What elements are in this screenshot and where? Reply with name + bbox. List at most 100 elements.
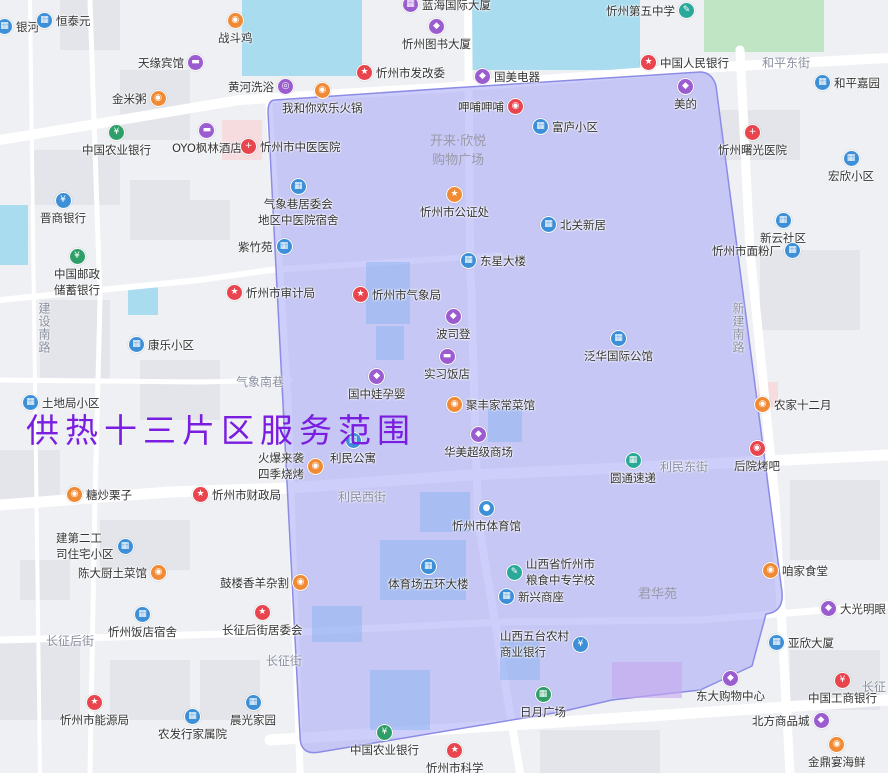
poi-yuandi[interactable]: ▦ 圆通速递 xyxy=(610,452,656,486)
gov-icon: ★ xyxy=(86,694,103,711)
poi-tuhuabinguan[interactable]: ▬ 天缘宾馆 xyxy=(138,54,204,71)
poi-kangle[interactable]: ▦ 康乐小区 xyxy=(128,336,194,353)
poi-liangshi[interactable]: ✎ 山西省忻州市 粮食中专学校 xyxy=(506,556,595,588)
poi-riyue[interactable]: ▦ 日月广场 xyxy=(520,686,566,720)
poi-zhongyiyy[interactable]: + 忻州市中医医院 xyxy=(240,138,341,155)
poi-xinyun[interactable]: ▦ 新云社区 xyxy=(760,212,806,246)
poi-beiguan[interactable]: ▦ 北关新居 xyxy=(540,216,606,233)
poi-zanjia[interactable]: ◉ 咱家食堂 xyxy=(762,562,828,579)
poi-nengyuan[interactable]: ★ 忻州市能源局 xyxy=(60,694,129,728)
gov-icon: ★ xyxy=(352,286,369,303)
poi-label: 美的 xyxy=(674,97,697,111)
poi-zhuzhai2[interactable]: ▦ 建第二工 司住宅小区 xyxy=(56,530,134,562)
poi-ziyuan[interactable]: ▦ 紫竹苑 xyxy=(238,238,293,255)
gov-icon: ★ xyxy=(446,186,463,203)
poi-label: 日月广场 xyxy=(520,705,566,719)
poi-label: 忻州市审计局 xyxy=(246,285,315,300)
water-body xyxy=(128,287,158,315)
poi-shuguang[interactable]: + 忻州曙光医院 xyxy=(718,124,787,158)
gov-icon: ★ xyxy=(253,604,271,621)
poi-gulou[interactable]: ◉ 鼓楼香羊杂割 xyxy=(220,574,309,591)
poi-xinxing[interactable]: ▦ 新兴商座 xyxy=(498,588,564,605)
poi-qixiangxiang[interactable]: ▦ 气象巷居委会 地区中医院宿舍 xyxy=(258,178,339,228)
food-icon: ◉ xyxy=(754,396,771,413)
poi-tangchao[interactable]: ◉ 糖炒栗子 xyxy=(66,486,132,503)
poi-hongxin[interactable]: ▦ 宏欣小区 xyxy=(828,150,874,184)
poi-beifang[interactable]: ◆ 北方商品城 xyxy=(752,712,830,729)
poi-daguangming[interactable]: ◆ 大光明眼 xyxy=(820,600,886,617)
poi-label: 实习饭店 xyxy=(424,367,470,381)
poi-label: OYO枫林酒店 xyxy=(172,141,242,155)
poi-hepingjiayuan[interactable]: ▦ 和平嘉园 xyxy=(814,74,880,91)
water-body xyxy=(242,0,362,76)
poi-lanhai[interactable]: ▦ 蓝海国际大厦 xyxy=(402,0,491,13)
poi-wuzhong[interactable]: ✎ 忻州第五中学 xyxy=(606,2,695,19)
poi-wuhuan[interactable]: ▦ 体育场五环大楼 xyxy=(388,558,469,592)
poi-shenji[interactable]: ★ 忻州市审计局 xyxy=(226,284,315,301)
shop-icon: ◆ xyxy=(812,712,830,729)
poi-fagaiwei[interactable]: ★ 忻州市发改委 xyxy=(356,64,445,81)
poi-label: 忻州图书大厦 xyxy=(402,37,471,51)
poi-shixi[interactable]: ▬ 实习饭店 xyxy=(424,348,470,382)
poi-tushuguan[interactable]: ◆ 忻州图书大厦 xyxy=(402,18,471,52)
poi-huahua[interactable]: ◉ 呷哺呷哺 xyxy=(458,98,524,115)
poi-nongfa[interactable]: ▦ 农发行家属院 xyxy=(158,708,227,742)
poi-tiyuguan[interactable]: ● 忻州市体育馆 xyxy=(452,500,521,534)
poi-label: 农家十二月 xyxy=(774,397,832,412)
poi-label: 北关新居 xyxy=(560,217,606,232)
poi-nongyeyh1[interactable]: ¥ 中国农业银行 xyxy=(82,124,151,158)
poi-jufeng[interactable]: ◉ 聚丰家常菜馆 xyxy=(446,396,535,413)
poi-label: 国美电器 xyxy=(494,69,540,84)
poi-yaxin[interactable]: ▦ 亚欣大厦 xyxy=(768,634,834,651)
poi-dongxing[interactable]: ▦ 东星大楼 xyxy=(460,252,526,269)
poi-caizheng[interactable]: ★ 忻州市财政局 xyxy=(192,486,281,503)
poi-youzheng[interactable]: ¥ 中国邮政 储蓄银行 xyxy=(54,248,100,298)
poi-jinding[interactable]: ◉ 金鼎宴海鲜 xyxy=(808,736,866,770)
poi-gongshang[interactable]: ¥ 中国工商银行 xyxy=(808,672,877,706)
poi-wohehuoguo[interactable]: ◉ 我和你欢乐火锅 xyxy=(282,82,363,116)
poi-fulu[interactable]: ▦ 富庐小区 xyxy=(532,118,598,135)
poi-label: 忻州市面粉厂 xyxy=(712,243,781,258)
poi-hengtaiyuan[interactable]: ▦ 恒泰元 xyxy=(36,12,91,29)
green-area xyxy=(704,0,824,52)
poi-gongzheng[interactable]: ★ 忻州市公证处 xyxy=(420,186,489,220)
poi-yinhe[interactable]: ▦ 银河 xyxy=(0,18,39,35)
poi-renminyh[interactable]: ★ 中国人民银行 xyxy=(640,54,729,71)
poi-label: 康乐小区 xyxy=(148,337,194,352)
poi-qixiangju[interactable]: ★ 忻州市气象局 xyxy=(352,286,441,303)
poi-oyo[interactable]: ▬ OYO枫林酒店 xyxy=(172,122,242,156)
gov-icon: ★ xyxy=(192,486,209,503)
building-icon: ▦ xyxy=(184,708,201,725)
poi-changzhengjwh[interactable]: ★ 长征后街居委会 xyxy=(222,604,303,638)
poi-chenguang[interactable]: ▦ 晨光家园 xyxy=(230,694,276,728)
poi-meide[interactable]: ◆ 美的 xyxy=(674,78,697,112)
building-icon: ▦ xyxy=(814,74,831,91)
shop-icon: ◆ xyxy=(470,426,487,443)
poi-mianfen[interactable]: ▦ 忻州市面粉厂 xyxy=(712,242,801,259)
poi-fandian[interactable]: ▦ 忻州饭店宿舍 xyxy=(108,606,177,640)
poi-nongjia[interactable]: ◉ 农家十二月 xyxy=(754,396,832,413)
hospital-icon: + xyxy=(744,124,761,141)
poi-huobao[interactable]: ◉ 火爆来袭 四季烧烤 xyxy=(258,450,324,482)
poi-dongda[interactable]: ◆ 东大购物中心 xyxy=(696,670,765,704)
building-icon: ▦ xyxy=(768,634,785,651)
poi-kexie[interactable]: ★ 忻州市科学 xyxy=(426,742,484,773)
poi-huamei[interactable]: ◆ 华美超级商场 xyxy=(444,426,513,460)
poi-guomei[interactable]: ◆ 国美电器 xyxy=(474,68,540,85)
poi-label: 战斗鸡 xyxy=(218,31,253,45)
poi-label: 忻州市发改委 xyxy=(376,65,445,80)
poi-label: 大光明眼 xyxy=(840,601,886,616)
poi-nongyeyh2[interactable]: ¥ 中国农业银行 xyxy=(350,724,419,758)
poi-wutai[interactable]: ¥ 山西五台农村 商业银行 xyxy=(500,628,589,660)
poi-jinmizhou[interactable]: ◉ 金米粥 xyxy=(112,90,167,107)
poi-houyuan[interactable]: ◉ 后院烤吧 xyxy=(734,440,780,474)
poi-label: 黄河洗浴 xyxy=(228,79,274,94)
poi-guozhong[interactable]: ◆ 国中娃孕婴 xyxy=(348,368,406,402)
map-canvas[interactable]: 和平东街 新建南路 气象南巷 利民东街 利民西街 长征后街 长征街 建设南路 长… xyxy=(0,0,888,773)
poi-zhandouji[interactable]: ◉ 战斗鸡 xyxy=(218,12,253,46)
food-icon: ◉ xyxy=(150,564,167,581)
poi-bosideng[interactable]: ◆ 波司登 xyxy=(436,308,471,342)
poi-jinshangyh[interactable]: ¥ 晋商银行 xyxy=(40,192,86,226)
poi-fanhua[interactable]: ▦ 泛华国际公馆 xyxy=(584,330,653,364)
poi-chenda[interactable]: ◉ 陈大厨土菜馆 xyxy=(78,564,167,581)
